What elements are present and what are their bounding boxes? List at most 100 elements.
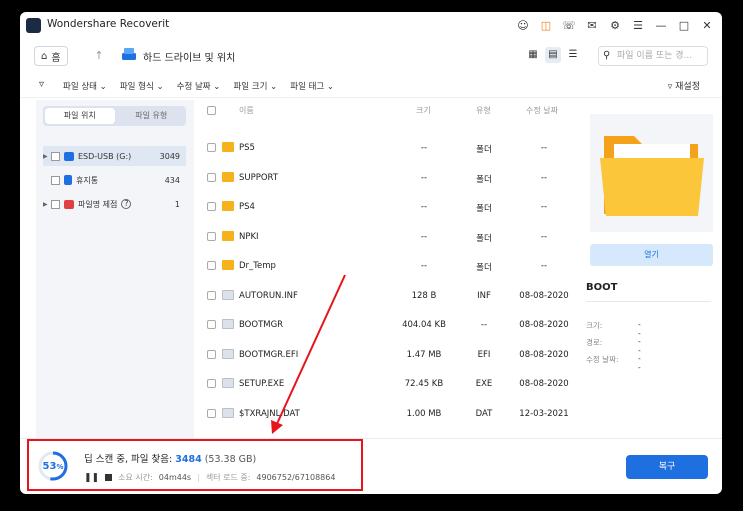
file-name: SETUP.EXE [239,379,285,389]
tab-file-type[interactable]: 파일 유형 [117,106,187,126]
filter-label: 파일 형식 [119,82,154,92]
recover-button[interactable]: 복구 [626,455,708,479]
expand-arrow-icon[interactable]: ▶ [43,153,51,160]
file-name: Dr_Temp [239,261,276,271]
file-date: 08-08-2020 [519,379,569,389]
col-type[interactable]: 유형 [476,105,491,116]
detail-view-icon[interactable]: ☰ [565,47,581,63]
checkbox[interactable] [207,261,216,270]
file-name: $TXRAJNL.DAT [239,408,300,419]
filter-file-status[interactable]: 파일 상태 ⌄ [63,80,107,92]
home-button[interactable]: ⌂ 홈 [34,46,68,66]
col-name[interactable]: 이름 [239,105,254,116]
reset-filter-icon: ▿ [667,82,673,92]
support-icon[interactable]: ☏ [562,18,576,32]
tab-file-location[interactable]: 파일 위치 [45,108,115,124]
preview-panel: 열기 BOOT 크기: -- 경로: -- 수정 날짜: -- [586,100,722,438]
menu-icon[interactable]: ☰ [631,18,645,32]
preview-meta-size: 크기: -- [586,320,641,338]
cart-icon[interactable]: ◫ [539,18,553,32]
checkbox[interactable] [207,408,216,418]
table-row[interactable]: NPKI -- 폴더 -- [194,222,586,251]
sidebar-item-count: 1 [174,199,180,209]
file-name: BOOTMGR.EFI [239,349,299,360]
scan-status-bar: 53% 딥 스캔 중, 파일 찾음: 3484 (53.38 GB) ❚❚ 소요… [20,438,722,494]
open-button[interactable]: 열기 [590,244,713,266]
folder-icon [222,201,234,211]
meta-label: 경로: [586,338,603,347]
help-icon[interactable]: ? [121,199,132,209]
breadcrumb[interactable]: 하드 드라이브 및 위치 [143,49,235,64]
checkbox[interactable] [207,172,216,182]
grid-view-icon[interactable]: ▦ [525,47,541,63]
sidebar-item-label: 휴지통 [76,175,99,185]
sidebar: 파일 위치 파일 유형 ▶ ESD-USB (G:) 3049 휴지통 434 … [36,100,194,438]
file-type: 폴더 [476,233,492,244]
file-icon [222,319,234,329]
table-row[interactable]: BOOTMGR.EFI 1.47 MB EFI 08-08-2020 [194,340,586,369]
checkbox[interactable] [207,320,216,329]
table-row[interactable]: PS5 -- 폴더 -- [194,133,586,162]
expand-arrow-icon[interactable]: ▶ [43,201,51,208]
table-row[interactable]: BOOTMGR 404.04 KB -- 08-08-2020 [194,310,586,339]
folder-preview-icon [600,136,704,216]
elapsed-value: 04m44s [158,473,192,482]
folder-icon [222,171,234,182]
table-row[interactable]: Dr_Temp -- 폴더 -- [194,251,586,280]
table-row[interactable]: PS4 -- 폴더 -- [194,192,586,221]
col-date[interactable]: 수정 날짜 [526,105,558,116]
divider [586,301,711,302]
checkbox[interactable] [207,379,216,388]
close-icon[interactable]: ✕ [700,18,714,32]
file-icon [222,289,234,300]
file-date: -- [540,231,548,242]
file-type: INF [477,290,491,301]
drive-icon [122,48,136,60]
filter-file-size[interactable]: 파일 크기 ⌄ [233,80,277,92]
checkbox[interactable] [207,202,216,211]
file-type: 폴더 [476,145,492,155]
stop-icon[interactable] [105,474,113,481]
table-row[interactable]: AUTORUN.INF 128 B INF 08-08-2020 [194,281,586,310]
file-type: EXE [475,379,493,389]
checkbox[interactable] [51,175,60,185]
elapsed-label: 소요 시간: [118,473,153,482]
progress-number: 53 [42,461,57,472]
filter-file-type[interactable]: 파일 형식 ⌄ [120,80,164,92]
filter-icon: ▿ [39,79,45,90]
checkbox[interactable] [51,199,60,209]
checkbox[interactable] [207,143,216,152]
checkbox[interactable] [207,290,216,300]
file-type: EFI [477,349,491,360]
table-row[interactable]: SUPPORT -- 폴더 -- [194,163,586,192]
minimize-icon[interactable]: — [654,18,668,32]
table-row[interactable]: $TXRAJNL.DAT 1.00 MB DAT 12-03-2021 [194,399,586,428]
sidebar-item-recycle-bin[interactable]: 휴지통 434 [43,170,186,190]
search-input[interactable]: ⚲ 파일 이름 또는 경... [598,46,708,66]
settings-icon[interactable]: ⚙ [608,18,622,32]
list-view-icon[interactable]: ▤ [545,47,561,63]
filter-file-tag[interactable]: 파일 태그 ⌄ [290,80,334,92]
sidebar-item-lost-files[interactable]: ▶ 파일명 제점 ? 1 [43,194,186,214]
file-size: -- [420,143,428,153]
table-row[interactable]: SETUP.EXE 72.45 KB EXE 08-08-2020 [194,369,586,398]
select-all-checkbox[interactable] [207,106,216,115]
home-icon: ⌂ [41,50,48,62]
checkbox[interactable] [207,231,216,241]
account-icon[interactable]: ☺ [516,18,530,32]
checkbox[interactable] [51,151,60,161]
col-size[interactable]: 크기 [416,105,431,116]
filter-modified-date[interactable]: 수정 날짜 ⌄ [177,80,221,92]
sidebar-item-usb[interactable]: ▶ ESD-USB (G:) 3049 [43,146,186,166]
mail-icon[interactable]: ✉ [585,18,599,32]
file-size: 404.04 KB [402,320,446,330]
reset-button[interactable]: ▿ 재설정 [668,79,700,92]
file-date: -- [540,202,548,212]
up-arrow-icon[interactable]: ↑ [90,47,108,65]
file-list: 이름 크기 유형 수정 날짜 PS5 -- 폴더 -- SUPPORT -- 폴더 -- PS4… [194,100,586,438]
checkbox[interactable] [207,349,216,359]
sidebar-item-label: ESD-USB (G:) [78,151,132,161]
maximize-icon[interactable]: □ [677,18,691,32]
pause-icon[interactable]: ❚❚ [84,473,99,483]
file-name: NPKI [239,231,259,242]
